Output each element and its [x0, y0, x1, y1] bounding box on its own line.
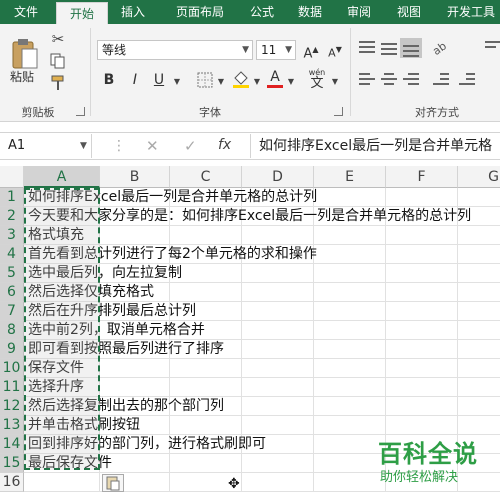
row-header[interactable]: 14: [0, 435, 24, 454]
decrease-indent-icon[interactable]: [430, 70, 452, 90]
font-size-value: 11: [261, 43, 277, 57]
column-header-d[interactable]: D: [242, 166, 314, 188]
watermark-logo: 百科全说 助你轻松解决: [372, 434, 500, 492]
gridline: [313, 188, 314, 492]
group-separator: [350, 28, 351, 116]
row-header[interactable]: 8: [0, 321, 24, 340]
column-header-g[interactable]: G: [458, 166, 500, 188]
grow-font-arrow-icon: ▲: [312, 45, 319, 54]
tab-review[interactable]: 审阅: [336, 0, 382, 24]
chevron-down-icon[interactable]: ▼: [216, 76, 226, 86]
row-header[interactable]: 9: [0, 340, 24, 359]
row-header[interactable]: 10: [0, 359, 24, 378]
phonetic-guide-button[interactable]: wén 文: [304, 68, 330, 92]
font-name-value: 等线: [102, 43, 127, 57]
clipboard-group-label: 剪贴板: [21, 106, 55, 119]
enter-icon[interactable]: ✓: [184, 137, 197, 155]
column-header-e[interactable]: E: [314, 166, 386, 188]
align-bottom-icon[interactable]: [400, 38, 422, 58]
chevron-down-icon[interactable]: ▼: [172, 76, 182, 86]
bold-button[interactable]: B: [98, 70, 120, 90]
paste-icon[interactable]: [8, 36, 42, 72]
row-header[interactable]: 1: [0, 188, 24, 207]
row-header[interactable]: 15: [0, 454, 24, 473]
row-header[interactable]: 3: [0, 226, 24, 245]
chevron-down-icon[interactable]: ▼: [252, 76, 262, 86]
formula-input[interactable]: 如何排序Excel最后一列是合并单元格: [250, 134, 500, 158]
row-header[interactable]: 11: [0, 378, 24, 397]
align-middle-icon[interactable]: [378, 38, 400, 58]
font-color-letter: A: [270, 69, 280, 85]
cancel-icon[interactable]: ✕: [146, 137, 159, 155]
clipboard-launcher-icon[interactable]: [76, 107, 85, 116]
tab-page-layout[interactable]: 页面布局: [162, 0, 238, 24]
row-header[interactable]: 12: [0, 397, 24, 416]
fill-color-icon[interactable]: [230, 68, 252, 90]
row-header[interactable]: 6: [0, 283, 24, 302]
wrap-text-icon[interactable]: [482, 38, 500, 58]
column-header-f[interactable]: F: [386, 166, 458, 188]
row-header[interactable]: 2: [0, 207, 24, 226]
font-name-select[interactable]: 等线 ▼: [97, 40, 253, 60]
tab-home[interactable]: 开始: [56, 2, 108, 25]
phonetic-char: 文: [310, 76, 324, 91]
row-header[interactable]: 4: [0, 245, 24, 264]
tab-formulas[interactable]: 公式: [240, 0, 284, 24]
borders-icon[interactable]: [194, 70, 216, 90]
chevron-down-icon: ▼: [242, 45, 249, 55]
shrink-font-arrow-icon: ▼: [335, 45, 342, 54]
more-options-icon: ⋮: [112, 138, 126, 154]
align-center-icon[interactable]: [378, 70, 400, 90]
copy-selection-marquee: [24, 188, 100, 470]
font-color-swatch: [267, 85, 283, 88]
shrink-font-button[interactable]: A▼: [324, 40, 346, 60]
underline-button[interactable]: U: [148, 70, 170, 90]
watermark-subtitle: 助你轻松解决: [380, 470, 459, 485]
svg-text:ab: ab: [430, 39, 449, 56]
tab-view[interactable]: 视图: [386, 0, 432, 24]
ribbon-tab-bar: 文件 开始 插入 页面布局 公式 数据 审阅 视图 开发工具: [0, 0, 500, 25]
copy-icon[interactable]: [48, 52, 68, 70]
orientation-icon[interactable]: ab: [430, 38, 452, 58]
tab-file[interactable]: 文件: [0, 0, 52, 24]
chevron-down-icon[interactable]: ▼: [286, 76, 296, 86]
chevron-down-icon: ▼: [285, 45, 292, 55]
column-header-a[interactable]: A: [24, 166, 100, 188]
shrink-font-label: A: [328, 46, 336, 60]
font-size-select[interactable]: 11 ▼: [256, 40, 296, 60]
tab-developer[interactable]: 开发工具: [436, 0, 500, 24]
group-separator: [90, 28, 91, 116]
grow-font-button[interactable]: A▲: [300, 40, 322, 61]
format-painter-icon[interactable]: [48, 74, 68, 92]
alignment-group-label: 对齐方式: [415, 106, 459, 119]
tab-data[interactable]: 数据: [288, 0, 332, 24]
tab-insert[interactable]: 插入: [110, 0, 156, 24]
chevron-down-icon[interactable]: ▼: [80, 141, 87, 151]
row-header[interactable]: 16: [0, 473, 24, 492]
align-top-icon[interactable]: [356, 38, 378, 58]
move-cursor-icon: ✥: [228, 476, 240, 492]
paste-button-label[interactable]: 粘贴: [10, 68, 34, 85]
align-left-icon[interactable]: [356, 70, 378, 90]
cut-icon[interactable]: ✂: [48, 30, 68, 48]
row-header[interactable]: 7: [0, 302, 24, 321]
paste-options-icon[interactable]: [102, 474, 124, 492]
italic-button[interactable]: I: [124, 70, 146, 90]
name-box[interactable]: A1: [0, 134, 92, 158]
font-group-label: 字体: [199, 106, 221, 119]
column-header-c[interactable]: C: [170, 166, 242, 188]
ribbon-home: 粘贴 ✂ 剪贴板 等线 ▼ 11 ▼ A▲ A▼ B I U ▼ ▼ ▼ A ▼ w…: [0, 24, 500, 122]
row-header[interactable]: 13: [0, 416, 24, 435]
align-right-icon[interactable]: [400, 70, 422, 90]
font-color-icon[interactable]: A: [264, 68, 286, 90]
font-launcher-icon[interactable]: [334, 107, 343, 116]
column-header-b[interactable]: B: [100, 166, 170, 188]
watermark-title: 百科全说: [378, 440, 478, 468]
select-all-corner[interactable]: [0, 166, 24, 188]
increase-indent-icon[interactable]: [456, 70, 478, 90]
row-header[interactable]: 5: [0, 264, 24, 283]
chevron-down-icon[interactable]: ▼: [330, 76, 340, 86]
insert-function-icon[interactable]: fx: [218, 137, 231, 153]
